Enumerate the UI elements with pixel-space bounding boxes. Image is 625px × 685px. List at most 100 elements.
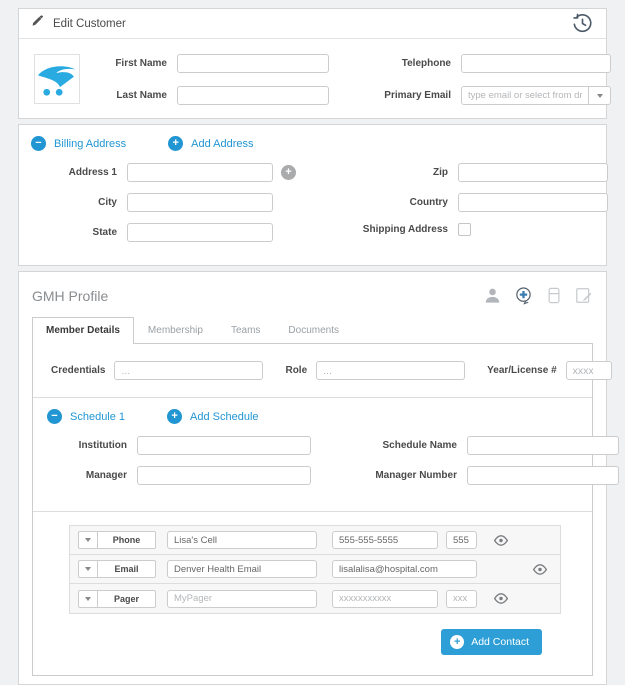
contact-type-label: Phone [98,531,156,549]
chevron-down-icon [85,538,91,542]
schedule-links-row: − Schedule 1 + Add Schedule [47,409,578,424]
contact-type-select[interactable] [78,590,98,608]
role-input[interactable] [316,361,465,380]
city-input[interactable] [127,193,273,212]
person-icon[interactable] [483,286,502,305]
tab-teams[interactable]: Teams [217,317,274,343]
address1-input[interactable] [127,163,273,182]
collapse-icon: − [31,136,46,151]
contact-type-select[interactable] [78,531,98,549]
first-name-label: First Name [99,58,167,69]
plus-circle-icon: + [168,136,183,151]
add-schedule-label: Add Schedule [190,411,259,423]
history-icon[interactable] [571,12,594,35]
contact-table: Phone Email [69,525,561,614]
contact-name-input[interactable] [167,531,317,549]
contact-type-select[interactable] [78,560,98,578]
address1-label: Address 1 [31,167,117,178]
last-name-input[interactable] [177,86,329,105]
contact-type-label: Email [98,560,156,578]
primary-email-dropdown[interactable] [588,87,610,104]
state-input[interactable] [127,223,273,242]
credentials-input[interactable] [114,361,263,380]
contact-type-label: Pager [98,590,156,608]
billing-left-column: Address 1 + City State [31,163,296,253]
manager-number-input[interactable] [467,466,619,485]
contact-name-input[interactable] [167,590,317,608]
contact-row: Email [70,555,560,584]
eye-icon[interactable] [493,592,509,605]
first-name-input[interactable] [177,54,329,73]
schedule-name-input[interactable] [467,436,619,455]
edit-note-icon[interactable] [574,286,593,305]
state-label: State [31,227,117,238]
institution-label: Institution [47,440,127,451]
gmh-title-row: GMH Profile [32,285,593,306]
primary-email-input[interactable] [462,87,588,104]
contact-value-input[interactable] [332,531,438,549]
contact-ext-input[interactable] [446,531,477,549]
plus-circle-icon: + [450,635,464,649]
eye-icon[interactable] [493,534,509,547]
country-input[interactable] [458,193,608,212]
schedule-label: Schedule 1 [70,411,125,423]
schedule-right-column: Schedule Name Manager Number [357,436,619,496]
billing-right-column: Zip Country Shipping Address [354,163,608,253]
chevron-down-icon [85,597,91,601]
add-contact-button[interactable]: + Add Contact [441,629,542,655]
gmh-profile-panel: GMH Profile [18,271,607,685]
shipping-address-checkbox[interactable] [458,223,471,236]
credentials-label: Credentials [51,365,105,376]
contact-fields-column: Telephone Primary Email [373,54,611,105]
member-search-icon[interactable] [513,285,534,306]
add-address-label: Add Address [191,138,253,150]
schedule-toggle[interactable]: − Schedule 1 [47,409,125,424]
eye-icon[interactable] [532,563,548,576]
contact-value-input[interactable] [332,590,438,608]
billing-address-label: Billing Address [54,138,126,150]
shipping-address-label: Shipping Address [354,224,448,235]
collapse-icon: − [47,409,62,424]
contact-ext-input[interactable] [446,590,477,608]
billing-links-row: − Billing Address + Add Address [31,136,594,151]
telephone-input[interactable] [461,54,611,73]
city-label: City [31,197,117,208]
chevron-down-icon [85,567,91,571]
edit-customer-header: Edit Customer [19,9,606,39]
tab-documents[interactable]: Documents [274,317,353,343]
contacts-section: Phone Email [33,512,592,675]
manager-number-label: Manager Number [357,470,457,481]
manager-label: Manager [47,470,127,481]
billing-fields: Address 1 + City State Zip [31,163,594,253]
add-address-line-icon[interactable]: + [281,165,296,180]
tab-member-details[interactable]: Member Details [32,317,134,344]
year-license-input[interactable] [566,361,612,380]
last-name-label: Last Name [99,90,167,101]
institution-input[interactable] [137,436,311,455]
add-contact-label: Add Contact [471,636,529,648]
pencil-icon [31,15,44,33]
schedule-left-column: Institution Manager [47,436,311,496]
cart-icon [35,59,79,99]
tab-membership[interactable]: Membership [134,317,217,343]
primary-email-label: Primary Email [373,90,451,101]
page-title: Edit Customer [53,18,126,30]
member-details-panel: Credentials Role Year/License # − Schedu… [32,343,593,676]
contact-value-input[interactable] [332,560,477,578]
add-address-button[interactable]: + Add Address [168,136,253,151]
schedule-section: − Schedule 1 + Add Schedule Institution [33,398,592,512]
billing-address-toggle[interactable]: − Billing Address [31,136,126,151]
contact-row: Phone [70,526,560,555]
name-fields-column: First Name Last Name [99,54,329,105]
role-label: Role [285,365,307,376]
gmh-profile-title: GMH Profile [32,288,108,304]
add-contact-row: + Add Contact [51,614,574,659]
add-schedule-button[interactable]: + Add Schedule [167,409,259,424]
notebook-icon[interactable] [545,286,563,305]
contact-name-input[interactable] [167,560,317,578]
primary-email-combo [461,86,611,105]
zip-input[interactable] [458,163,608,182]
gmh-action-icons [483,285,593,306]
manager-input[interactable] [137,466,311,485]
zip-label: Zip [354,167,448,178]
